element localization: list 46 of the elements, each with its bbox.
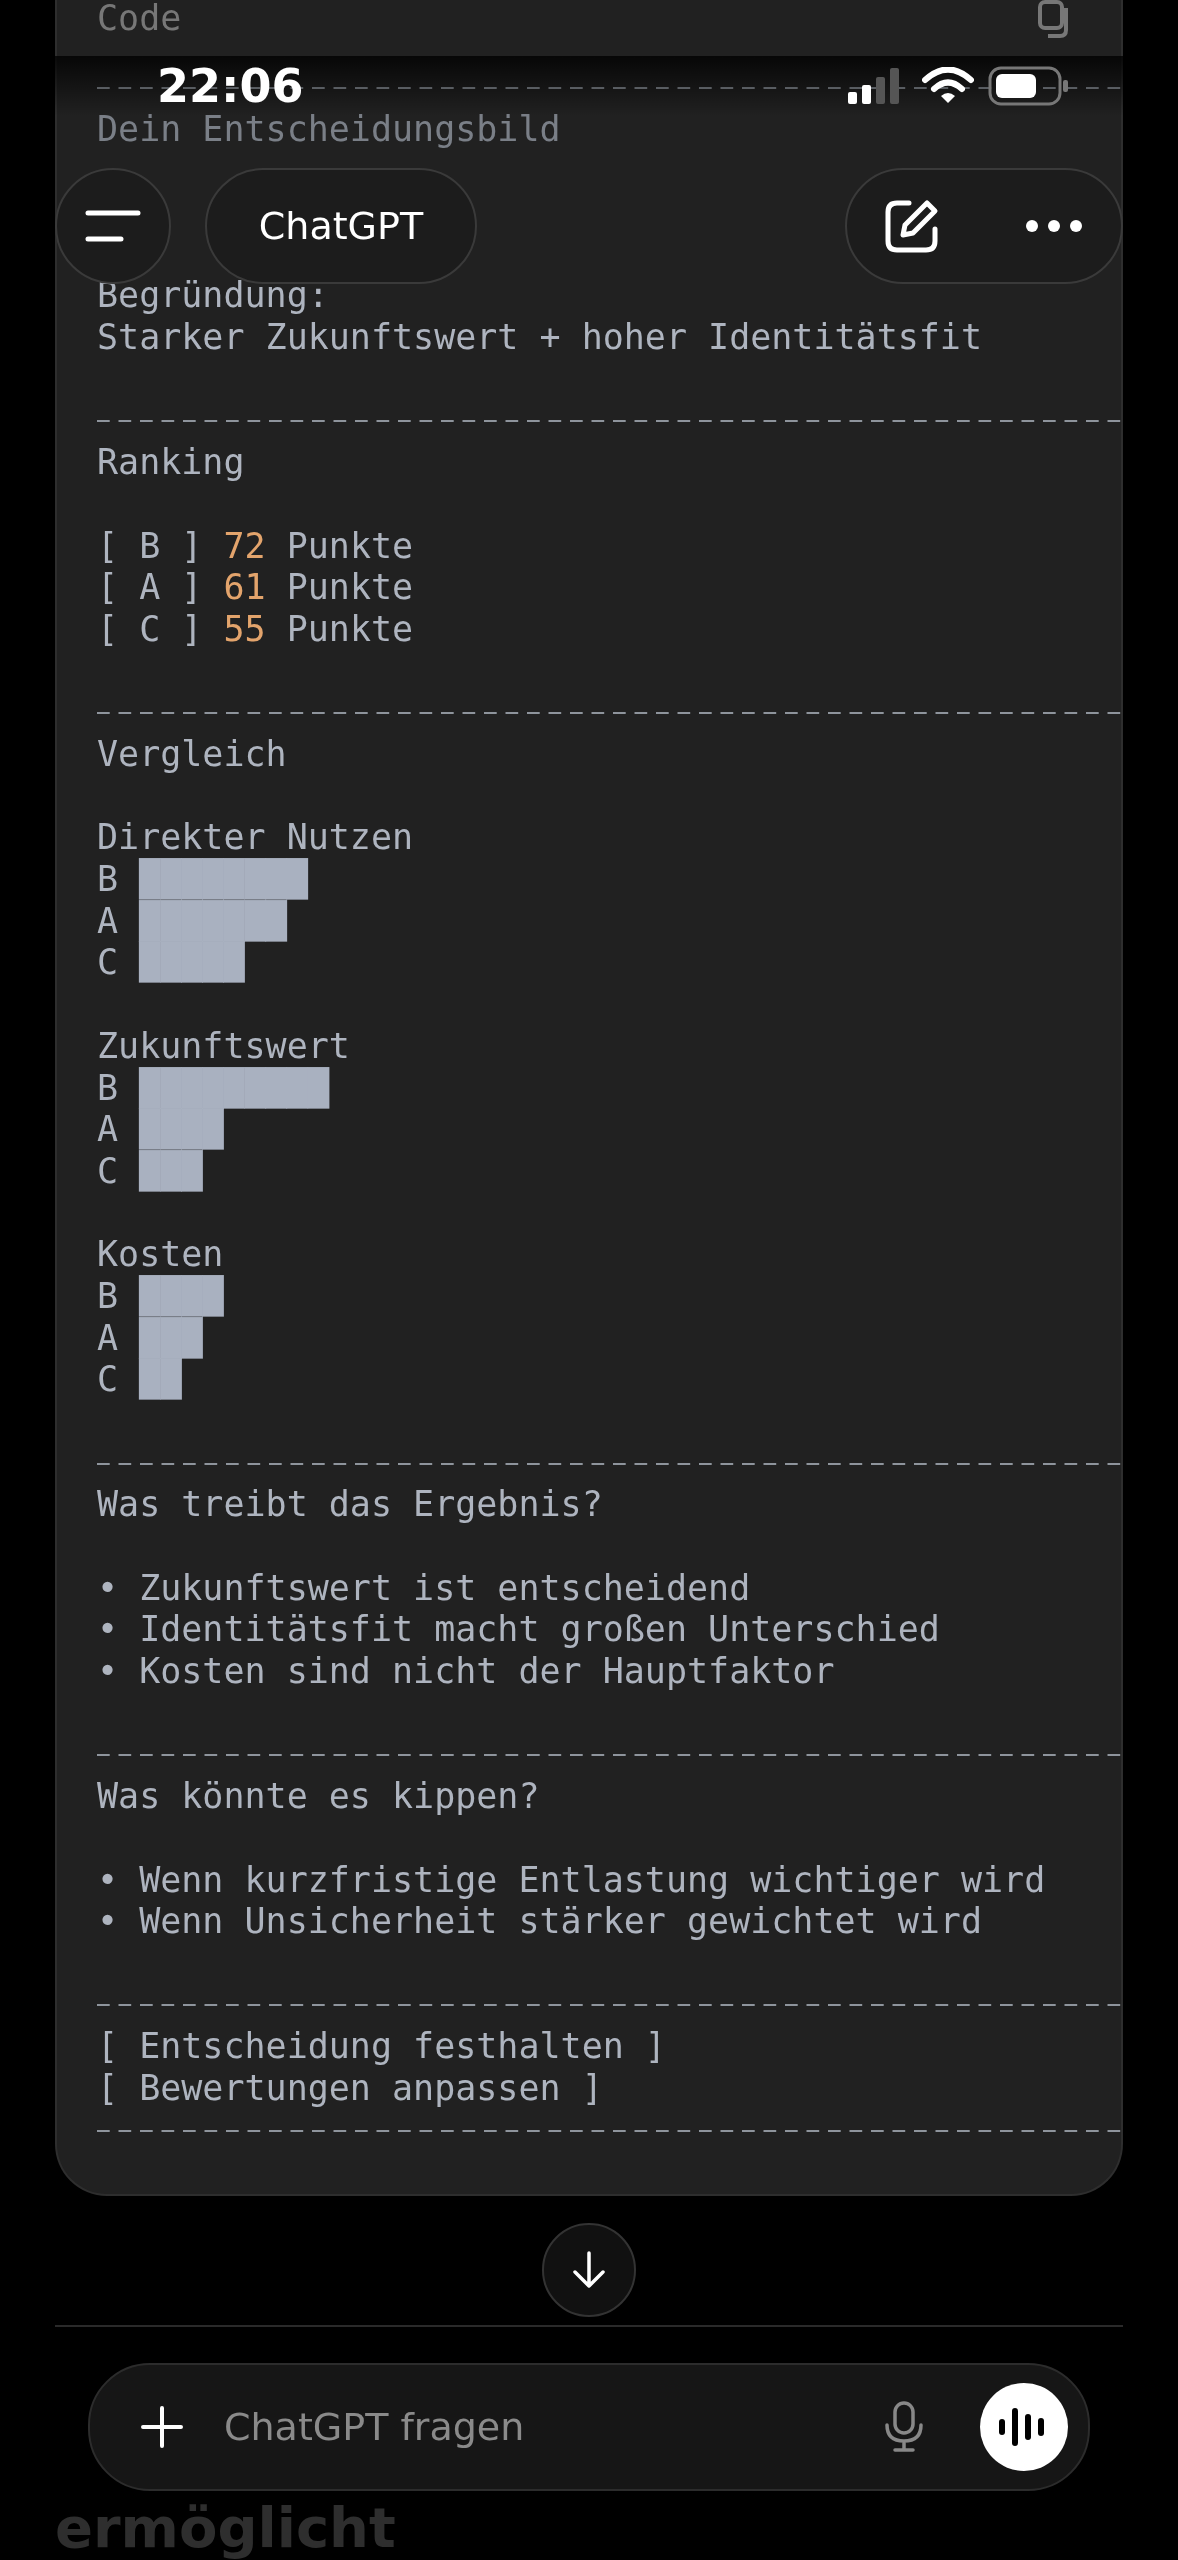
bar-label: B bbox=[97, 1067, 119, 1110]
section-title: Was treibt das Ergebnis? bbox=[97, 1484, 604, 1527]
arrow-down-icon bbox=[571, 2250, 607, 2291]
copy-icon[interactable] bbox=[1037, 0, 1071, 40]
action-line: [ Bewertungen anpassen ] bbox=[97, 2068, 604, 2110]
group-title: Zukunftswert bbox=[97, 1025, 351, 1067]
bar-label: C bbox=[97, 942, 119, 985]
bullet-line: • Kosten sind nicht der Hauptfaktor bbox=[97, 1651, 836, 1693]
bar-label: B bbox=[97, 1275, 119, 1318]
bar-label: C bbox=[97, 1150, 119, 1193]
section-title: Was könnte es kippen? bbox=[97, 1776, 541, 1818]
bar-label: A bbox=[97, 1109, 119, 1151]
battery-icon bbox=[988, 66, 1070, 106]
section-title: Ranking bbox=[97, 442, 246, 484]
block-characters: ████ bbox=[139, 1275, 224, 1317]
block-characters: ████████ bbox=[139, 859, 308, 900]
bar-label: A bbox=[97, 900, 119, 943]
group-title: Kosten bbox=[97, 1234, 225, 1275]
block-characters: ███████ bbox=[139, 900, 287, 942]
section-title: Vergleich bbox=[97, 734, 288, 776]
bullet-line: • Wenn Unsicherheit stärker gewichtet wird bbox=[97, 1901, 983, 1943]
action-line: [ Entscheidung festhalten ] bbox=[97, 2026, 667, 2068]
block-characters: ██ bbox=[139, 1359, 182, 1401]
block-characters: ███ bbox=[139, 1317, 203, 1359]
new-chat-icon[interactable] bbox=[883, 197, 941, 255]
ranking-line: [ A ] 61 Punkte bbox=[97, 567, 415, 609]
plus-icon[interactable] bbox=[140, 2405, 184, 2450]
microphone-icon[interactable] bbox=[884, 2401, 924, 2454]
group-title: Direkter Nutzen bbox=[97, 817, 415, 858]
wifi-icon bbox=[922, 67, 974, 105]
block-characters: ███ bbox=[139, 1150, 203, 1193]
block-characters: ████ bbox=[139, 1109, 224, 1150]
block-characters: █████ bbox=[139, 942, 245, 985]
bar-label: B bbox=[97, 859, 119, 901]
code-language-label: Code bbox=[97, 0, 182, 36]
bullet-line: • Wenn kurzfristige Entlastung wichtiger wird bbox=[97, 1859, 1047, 1902]
bullet-line: • Zukunftswert ist entscheidend bbox=[97, 1567, 752, 1610]
bar-label: A bbox=[97, 1317, 119, 1360]
bullet-line: • Identitätsfit macht großen Unterschied bbox=[97, 1609, 941, 1652]
bar-label: C bbox=[97, 1359, 119, 1401]
code-line: Starker Zukunftswert + hoher Identitätsfit bbox=[97, 317, 983, 359]
ranking-line: [ B ] 72 Punkte bbox=[97, 525, 415, 568]
block-characters: █████████ bbox=[139, 1067, 329, 1109]
ranking-line: [ C ] 55 Punkte bbox=[97, 608, 415, 651]
message-input[interactable]: ChatGPT fragen bbox=[204, 2405, 864, 2450]
more-icon[interactable] bbox=[1025, 219, 1083, 233]
